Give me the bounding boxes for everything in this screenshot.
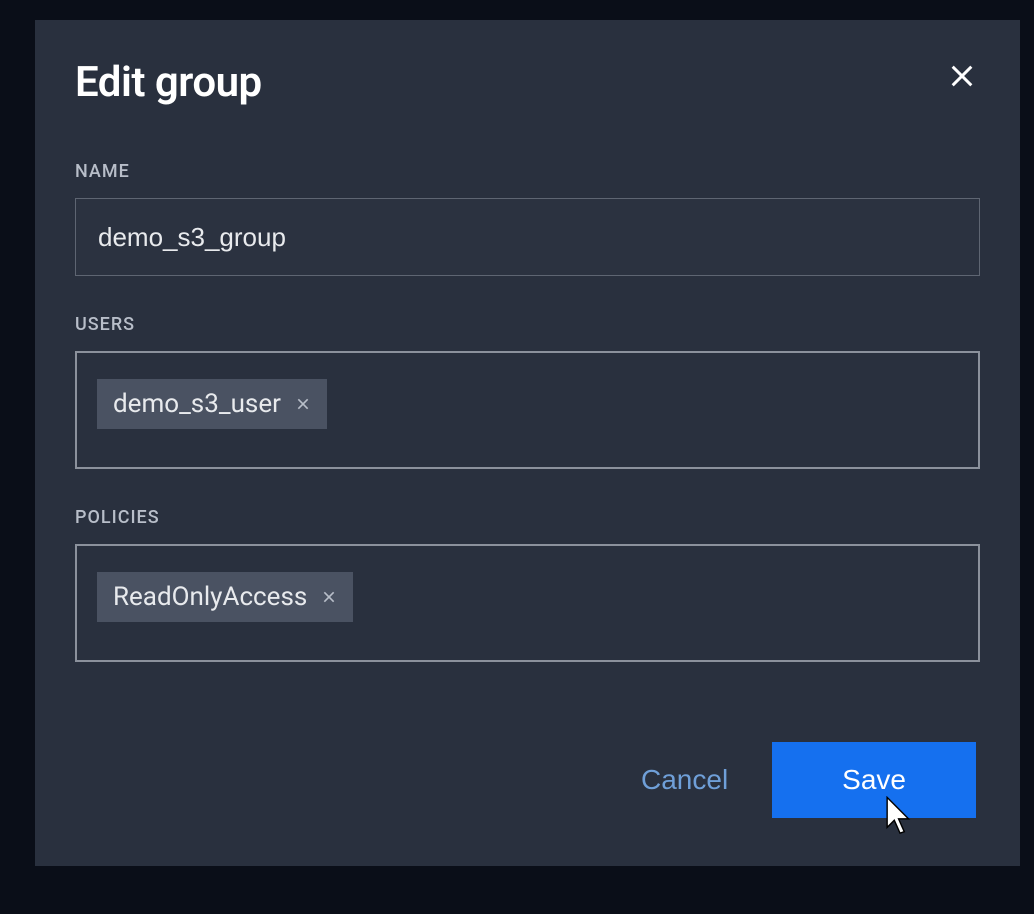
policies-tag-input[interactable]: ReadOnlyAccess xyxy=(75,544,980,662)
dialog-header: Edit group xyxy=(75,58,980,107)
users-tag-input[interactable]: demo_s3_user xyxy=(75,351,980,469)
policy-tag: ReadOnlyAccess xyxy=(97,572,353,622)
remove-icon xyxy=(295,396,311,412)
name-field-group: NAME xyxy=(75,161,980,276)
edit-group-dialog: Edit group NAME USERS demo_s3_user xyxy=(35,20,1020,866)
remove-icon xyxy=(321,589,337,605)
users-field-group: USERS demo_s3_user xyxy=(75,314,980,469)
close-icon xyxy=(948,62,976,90)
remove-policy-tag-button[interactable] xyxy=(321,589,337,605)
policies-field-group: POLICIES ReadOnlyAccess xyxy=(75,507,980,662)
name-label: NAME xyxy=(75,161,980,182)
policies-label: POLICIES xyxy=(75,507,980,528)
name-input[interactable] xyxy=(75,198,980,276)
user-tag: demo_s3_user xyxy=(97,379,327,429)
cancel-button[interactable]: Cancel xyxy=(641,764,728,796)
users-label: USERS xyxy=(75,314,980,335)
user-tag-label: demo_s3_user xyxy=(113,389,281,419)
save-button[interactable]: Save xyxy=(772,742,976,818)
policy-tag-label: ReadOnlyAccess xyxy=(113,582,307,612)
dialog-title: Edit group xyxy=(75,58,262,107)
remove-user-tag-button[interactable] xyxy=(295,396,311,412)
close-button[interactable] xyxy=(944,58,980,94)
dialog-footer: Cancel Save xyxy=(75,742,980,818)
